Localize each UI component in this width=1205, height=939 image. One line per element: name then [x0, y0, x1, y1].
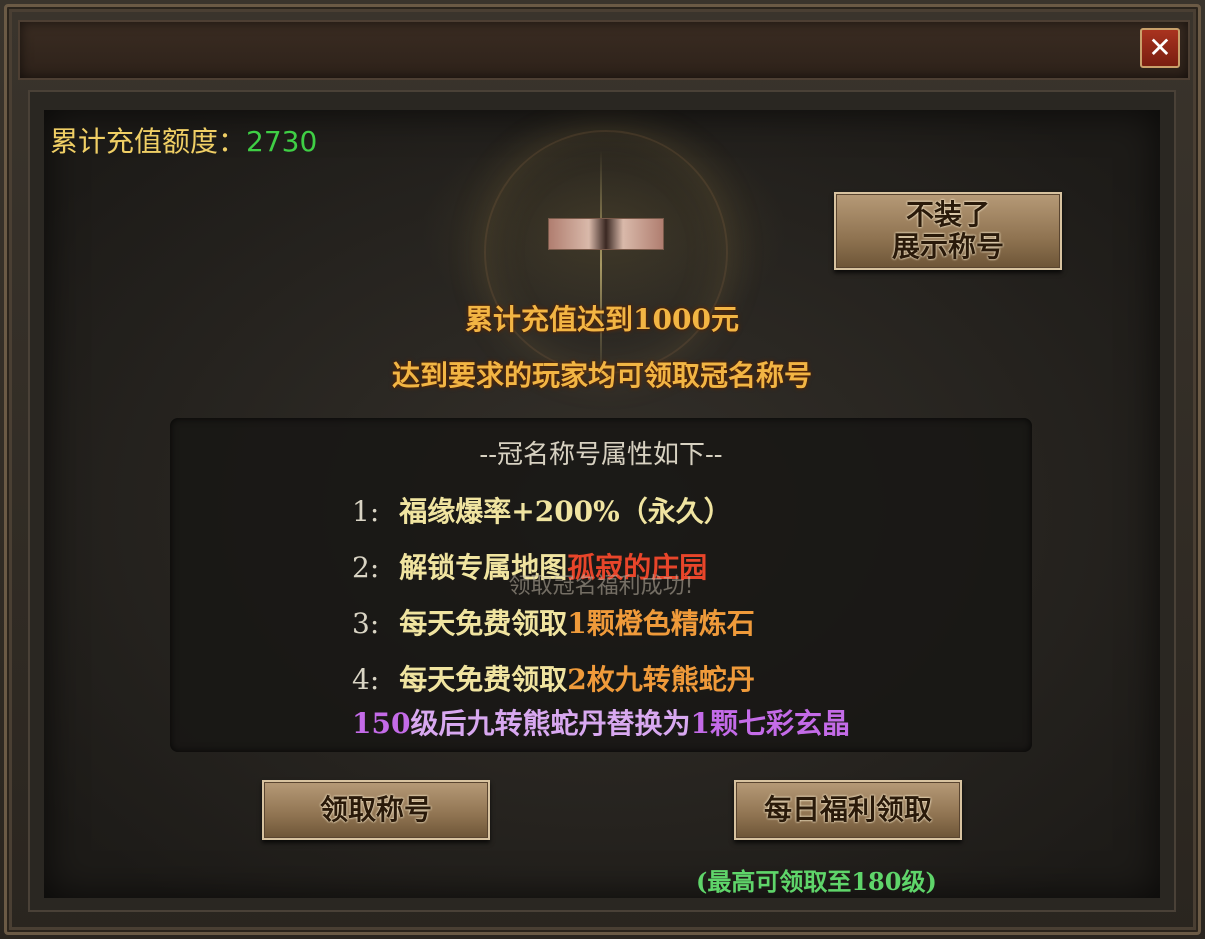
attribute-note: 150级后九转熊蛇丹替换为1颗七彩玄晶 [170, 702, 1032, 742]
max-level-note: (最高可领取至180级) [696, 867, 937, 896]
attribute-note-text: 级后九转熊蛇丹替换为 [410, 707, 691, 740]
attributes-panel: --冠名称号属性如下-- 1: 福缘爆率+200%（永久） 2: 解锁专属地图孤寂的… [170, 418, 1032, 752]
content-panel: 累计充值额度：2730 不装了 展示称号 累计充值达到1000元 达到要求的玩家… [44, 110, 1160, 898]
title-reward-window: ✕ 累计充值额度：2730 不装了 展示称号 累计充值达到1000元 达到要求的… [0, 0, 1205, 939]
attribute-note-reward: 1颗七彩玄晶 [690, 707, 850, 740]
close-button[interactable]: ✕ [1140, 28, 1180, 68]
attribute-number: 4: [352, 663, 380, 696]
daily-item-reward: 2枚九转熊蛇丹 [567, 663, 755, 696]
close-icon: ✕ [1148, 31, 1172, 64]
title-glow-beam [600, 150, 602, 380]
recharge-total-label: 累计充值额度： [50, 125, 247, 158]
hide-title-button-line1: 不装了 [905, 197, 990, 231]
requirement-line-2: 达到要求的玩家均可领取冠名称号 [391, 359, 812, 392]
attribute-text: 每天免费领取 [399, 663, 568, 696]
hide-title-button[interactable]: 不装了 展示称号 [834, 192, 1062, 270]
attributes-header: --冠名称号属性如下-- [479, 440, 723, 470]
requirement-line-1: 累计充值达到1000元 [465, 303, 739, 336]
recharge-total: 累计充值额度：2730 [50, 120, 317, 160]
attribute-number: 1: [352, 495, 380, 528]
attribute-item: 1: 福缘爆率+200%（永久） [352, 490, 732, 530]
daily-claim-button[interactable]: 每日福利领取 [734, 780, 962, 840]
daily-item-reward: 1颗橙色精炼石 [567, 607, 755, 640]
window-title-bar: ✕ [18, 20, 1190, 80]
title-badge-image [548, 218, 664, 250]
claim-title-button[interactable]: 领取称号 [262, 780, 490, 840]
attribute-note-level: 150 [352, 707, 411, 740]
attribute-text: 福缘爆率+200%（永久） [399, 495, 732, 528]
attribute-item: 4: 每天免费领取2枚九转熊蛇丹 [352, 658, 755, 698]
success-toast: 领取冠名福利成功! [508, 574, 694, 599]
hide-title-button-line2: 展示称号 [891, 230, 1004, 263]
attribute-text: 每天免费领取 [399, 607, 568, 640]
recharge-total-value: 2730 [246, 125, 318, 158]
attribute-number: 3: [352, 607, 380, 640]
attribute-item: 3: 每天免费领取1颗橙色精炼石 [352, 602, 755, 642]
